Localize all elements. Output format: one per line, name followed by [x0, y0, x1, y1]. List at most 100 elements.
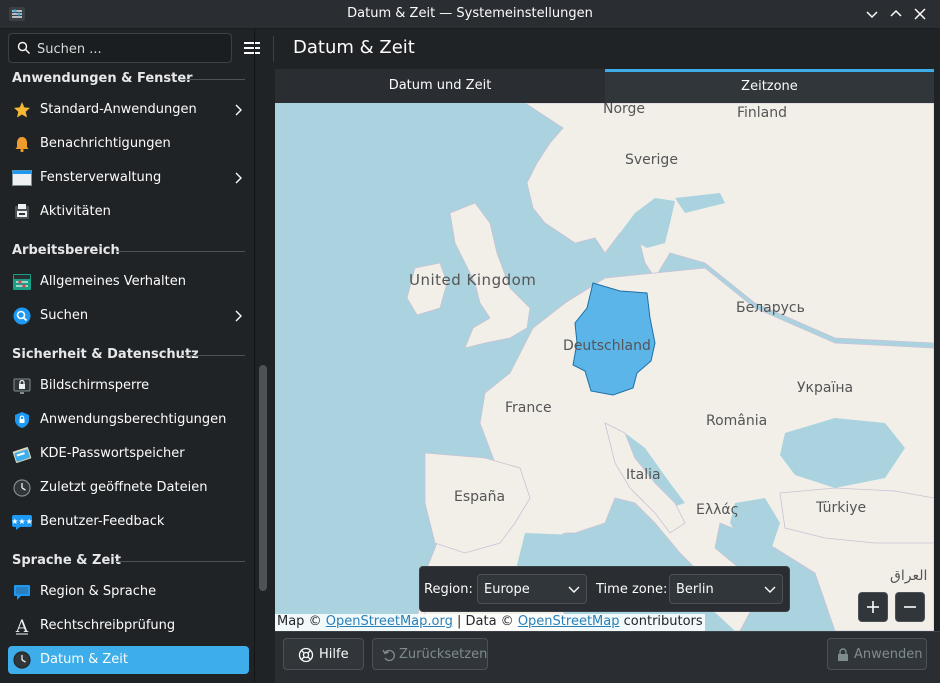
section-divider	[180, 79, 245, 80]
sidebar-item-label: Benachrichtigungen	[40, 136, 171, 151]
window-title: Datum & Zeit — Systemeinstellungen	[347, 6, 593, 21]
map-label: România	[706, 413, 767, 429]
sidebar-item-fensterverwaltung[interactable]: Fensterverwaltung	[8, 164, 249, 192]
region-icon	[14, 585, 30, 600]
maximize-button[interactable]	[887, 5, 905, 23]
page-title: Datum & Zeit	[293, 37, 415, 58]
map-label: Italia	[626, 467, 661, 483]
section-header: Anwendungen & Fenster	[12, 71, 193, 86]
chevron-down-icon	[764, 586, 776, 593]
plus-icon	[867, 601, 879, 613]
sidebar-item-label: Region & Sprache	[40, 584, 157, 599]
zoom-out-button[interactable]	[895, 592, 925, 622]
behavior-icon	[13, 274, 31, 290]
close-button[interactable]	[911, 5, 929, 23]
chevron-right-icon	[235, 172, 242, 184]
reset-button[interactable]: Zurücksetzen	[372, 638, 488, 670]
lock-icon	[838, 648, 848, 661]
svg-text:★★★: ★★★	[12, 517, 32, 526]
sidebar-item-label: Datum & Zeit	[40, 652, 128, 667]
sidebar-item-label: Rechtschreibprüfung	[40, 618, 176, 633]
sidebar-item-label: Standard-Anwendungen	[40, 102, 197, 117]
map-label: France	[505, 400, 552, 416]
sidebar-item-suchen[interactable]: Suchen	[8, 302, 249, 330]
map-label: Беларусь	[736, 300, 805, 316]
sidebar-item-label: Benutzer-Feedback	[40, 514, 165, 529]
sidebar-item-allgemeines-verhalten[interactable]: Allgemeines Verhalten	[8, 268, 249, 296]
region-combobox[interactable]: Europe	[477, 574, 587, 604]
window-edge	[934, 69, 940, 631]
map-attribution: Map © OpenStreetMap.org | Data © OpenStr…	[275, 614, 705, 632]
timezone-map[interactable]: Norge Finland Sverige United Kingdom Бел…	[275, 103, 934, 631]
screen-lock-icon	[13, 378, 31, 394]
osm-link[interactable]: OpenStreetMap	[518, 614, 620, 629]
tab-datum-und-zeit[interactable]: Datum und Zeit	[275, 69, 605, 103]
sidebar-item-datum-zeit[interactable]: Datum & Zeit	[8, 646, 249, 674]
sidebar-item-region-sprache[interactable]: Region & Sprache	[8, 578, 249, 606]
clock-icon	[13, 479, 31, 497]
apply-label: Anwenden	[854, 647, 923, 662]
sidebar-item-standard-anwendungen[interactable]: Standard-Anwendungen	[8, 96, 249, 124]
section-divider	[116, 251, 245, 252]
sidebar-item-zuletzt-geoeffnete-dateien[interactable]: Zuletzt geöffnete Dateien	[8, 474, 249, 502]
map-label: Sverige	[625, 152, 678, 168]
chevron-down-icon	[568, 586, 580, 593]
apply-button[interactable]: Anwenden	[827, 638, 927, 670]
activities-icon	[15, 204, 29, 219]
region-label: Region:	[424, 582, 473, 597]
hamburger-menu-icon[interactable]	[242, 39, 262, 57]
attribution-prefix: Map ©	[277, 614, 322, 629]
map-label: Türkiye	[815, 500, 866, 516]
shield-icon	[15, 412, 29, 428]
sidebar-item-benutzer-feedback[interactable]: ★★★ Benutzer-Feedback	[8, 508, 249, 536]
map-canvas[interactable]: Norge Finland Sverige United Kingdom Бел…	[275, 103, 934, 631]
sidebar-item-label: Zuletzt geöffnete Dateien	[40, 480, 208, 495]
region-value: Europe	[484, 582, 530, 597]
minimize-button[interactable]	[863, 5, 881, 23]
sidebar-item-label: Aktivitäten	[40, 204, 111, 219]
sidebar-scrollbar[interactable]	[259, 365, 267, 591]
zoom-in-button[interactable]	[858, 592, 888, 622]
map-label: United Kingdom	[409, 271, 536, 289]
sidebar-item-bildschirmsperre[interactable]: Bildschirmsperre	[8, 372, 249, 400]
section-divider	[182, 355, 245, 356]
bell-icon	[15, 137, 29, 153]
tab-zeitzone[interactable]: Zeitzone	[605, 69, 934, 103]
chevron-right-icon	[235, 104, 242, 116]
sidebar-item-aktivitaeten[interactable]: Aktivitäten	[8, 198, 249, 226]
help-button[interactable]: Hilfe	[283, 638, 364, 670]
sidebar-item-label: Suchen	[40, 308, 89, 323]
svg-text:A: A	[15, 617, 29, 635]
map-label: Ελλάς	[696, 502, 739, 518]
attribution-middle: | Data ©	[456, 614, 514, 629]
window-icon	[12, 170, 32, 186]
search-field[interactable]	[8, 33, 232, 64]
sidebar-item-benachrichtigungen[interactable]: Benachrichtigungen	[8, 130, 249, 158]
sidebar-item-label: Anwendungsberechtigungen	[40, 412, 227, 427]
osm-org-link[interactable]: OpenStreetMap.org	[326, 614, 453, 629]
timezone-combobox[interactable]: Berlin	[669, 574, 783, 604]
search-input[interactable]	[35, 34, 229, 64]
timezone-selector: Region: Europe Time zone: Berlin	[419, 566, 790, 612]
map-label: España	[454, 489, 505, 505]
map-label: Deutschland	[563, 338, 651, 354]
help-label: Hilfe	[319, 647, 349, 662]
map-label: Україна	[797, 380, 853, 396]
sidebar-item-kde-passwortspeicher[interactable]: KDE-Passwortspeicher	[8, 440, 249, 468]
sidebar-item-label: KDE-Passwortspeicher	[40, 446, 185, 461]
timezone-label: Time zone:	[596, 582, 668, 597]
sidebar-item-label: Fensterverwaltung	[40, 170, 162, 185]
section-header: Sprache & Zeit	[12, 553, 121, 568]
chevron-right-icon	[235, 310, 242, 322]
sidebar-item-anwendungsberechtigungen[interactable]: Anwendungsberechtigungen	[8, 406, 249, 434]
help-icon	[298, 647, 314, 663]
section-header: Arbeitsbereich	[12, 243, 120, 258]
wallet-icon	[12, 447, 32, 463]
map-label: العراق	[890, 568, 927, 584]
section-divider	[115, 561, 245, 562]
spellcheck-icon: A	[15, 617, 29, 635]
sidebar-item-rechtschreibpruefung[interactable]: A Rechtschreibprüfung	[8, 612, 249, 640]
map-label: Norge	[603, 103, 645, 117]
sidebar-item-label: Allgemeines Verhalten	[40, 274, 186, 289]
map-label: Finland	[737, 105, 787, 121]
